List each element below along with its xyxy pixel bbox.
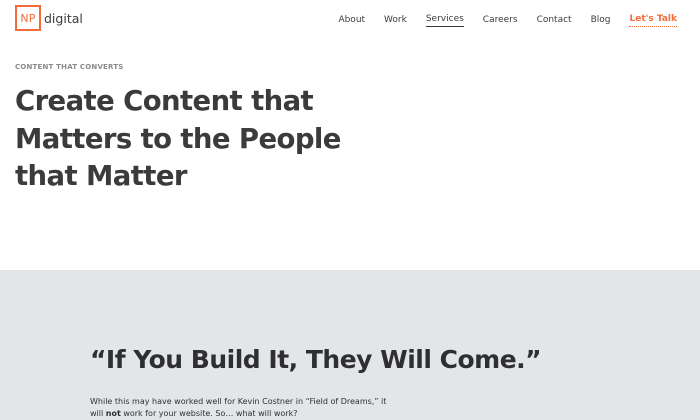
section-quote-heading: “If You Build It, They Will Come.” bbox=[90, 345, 542, 374]
nav-link-careers[interactable]: Careers bbox=[483, 14, 518, 27]
nav-link-about[interactable]: About bbox=[338, 14, 365, 27]
section-body-text: While this may have worked well for Kevi… bbox=[90, 396, 390, 420]
nav-link-blog[interactable]: Blog bbox=[591, 14, 611, 27]
main-nav: About Work Services Careers Contact Blog… bbox=[319, 13, 677, 27]
nav-link-work[interactable]: Work bbox=[384, 14, 407, 27]
content-section: “If You Build It, They Will Come.” While… bbox=[0, 270, 700, 420]
hero-eyebrow: CONTENT THAT CONVERTS bbox=[15, 63, 124, 71]
hero-title-line: that Matter bbox=[15, 160, 187, 192]
hero-section: CONTENT THAT CONVERTS Create Content tha… bbox=[15, 63, 415, 196]
body-text-emphasis: not bbox=[105, 409, 121, 418]
np-digital-logo[interactable]: NP digital bbox=[15, 5, 83, 31]
body-text-part: work for your website. So… what will wor… bbox=[120, 409, 298, 418]
nav-link-services[interactable]: Services bbox=[425, 13, 464, 27]
hero-title-line: Matters to the People bbox=[15, 122, 341, 155]
hero-title-line: Create Content that bbox=[15, 85, 314, 117]
logo-mark: NP bbox=[15, 5, 41, 31]
lets-talk-link[interactable]: Let's Talk bbox=[629, 13, 677, 27]
logo-text: digital bbox=[44, 10, 83, 26]
hero-title: Create Content that Matters to the Peopl… bbox=[15, 83, 415, 196]
logo-mark-text: NP bbox=[20, 11, 36, 25]
nav-link-contact[interactable]: Contact bbox=[537, 14, 572, 27]
site-header: NP digital About Work Services Careers C… bbox=[0, 0, 700, 38]
